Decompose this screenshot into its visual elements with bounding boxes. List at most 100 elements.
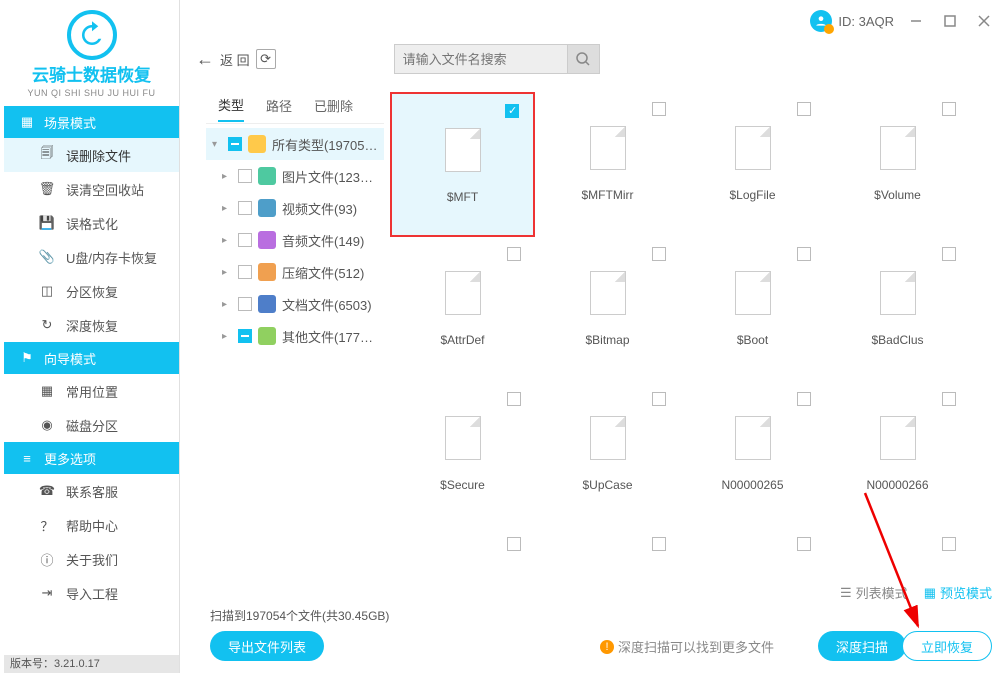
list-icon: ☰ <box>840 585 852 601</box>
tree-row[interactable]: ▸视频文件(93) <box>206 192 384 224</box>
sidebar: 云骑士数据恢复 YUN QI SHI SHU JU HUI FU ▦ 场景模式 … <box>4 0 180 673</box>
file-type-tree: 类型 路径 已删除 ▾ 所有类型(19705… ▸图片文件(123…▸视频文件(93… <box>206 94 384 352</box>
file-card[interactable]: $Boot <box>680 237 825 382</box>
tree-row[interactable]: ▾ 所有类型(19705… <box>206 128 384 160</box>
file-card[interactable]: $Volume <box>825 92 970 237</box>
tree-row[interactable]: ▸文档文件(6503) <box>206 288 384 320</box>
file-checkbox[interactable] <box>942 247 956 261</box>
logo-title: 云骑士数据恢复 <box>4 66 179 86</box>
file-checkbox[interactable] <box>942 537 956 551</box>
nav-common-loc[interactable]: ▦常用位置 <box>4 374 179 408</box>
tab-deleted[interactable]: 已删除 <box>314 96 353 121</box>
arrow-left-icon: ← <box>196 49 214 70</box>
tree-label: 文档文件(6503) <box>282 295 372 314</box>
file-card[interactable]: $Secure <box>390 382 535 527</box>
nav-format[interactable]: 💾误格式化 <box>4 206 179 240</box>
list-mode-button[interactable]: ☰列表模式 <box>840 583 908 602</box>
nav-about[interactable]: ⓘ关于我们 <box>4 542 179 576</box>
file-name-label: $Volume <box>874 188 921 202</box>
file-thumb-icon <box>880 126 916 170</box>
export-list-button[interactable]: 导出文件列表 <box>210 631 324 661</box>
nav-recycle-bin[interactable]: 🗑误清空回收站 <box>4 172 179 206</box>
back-button[interactable]: ← 返 回 ⟳ <box>196 49 276 70</box>
chevron-right-icon: ▾ <box>212 139 222 150</box>
file-checkbox[interactable] <box>797 247 811 261</box>
search-button[interactable] <box>568 44 600 74</box>
nav-partition[interactable]: ◫分区恢复 <box>4 274 179 308</box>
file-checkbox[interactable] <box>652 247 666 261</box>
file-card[interactable]: $AttrDef <box>390 237 535 382</box>
file-card[interactable] <box>390 527 535 573</box>
file-card[interactable] <box>680 527 825 573</box>
file-card[interactable]: $UpCase <box>535 382 680 527</box>
tree-checkbox[interactable] <box>238 169 252 183</box>
chevron-right-icon: ▸ <box>222 267 232 278</box>
file-name-label: $LogFile <box>729 188 775 202</box>
tab-type[interactable]: 类型 <box>218 95 244 122</box>
tree-label: 所有类型(19705… <box>272 135 377 154</box>
tree-checkbox[interactable] <box>238 329 252 343</box>
file-card[interactable]: $MFT <box>390 92 535 237</box>
tree-checkbox[interactable] <box>228 137 242 151</box>
file-card[interactable] <box>825 527 970 573</box>
nav-disk-partition[interactable]: ◉磁盘分区 <box>4 408 179 442</box>
file-recover-icon: 🗐 <box>38 146 56 164</box>
recover-now-button[interactable]: 立即恢复 <box>902 631 992 661</box>
file-checkbox[interactable] <box>652 102 666 116</box>
preview-mode-button[interactable]: ▦预览模式 <box>924 583 992 602</box>
tree-checkbox[interactable] <box>238 297 252 311</box>
nav-help[interactable]: ？帮助中心 <box>4 508 179 542</box>
file-checkbox[interactable] <box>942 392 956 406</box>
tab-path[interactable]: 路径 <box>266 96 292 121</box>
minimize-button[interactable] <box>904 9 928 33</box>
file-checkbox[interactable] <box>507 247 521 261</box>
user-id-badge[interactable]: ID: 3AQR <box>810 10 894 32</box>
file-checkbox[interactable] <box>652 392 666 406</box>
toolbar: ← 返 回 ⟳ <box>196 44 996 74</box>
tree-row[interactable]: ▸其他文件(177… <box>206 320 384 352</box>
file-card[interactable]: $LogFile <box>680 92 825 237</box>
sd-card-icon: 📎 <box>38 248 56 266</box>
file-checkbox[interactable] <box>505 104 519 118</box>
tree-label: 压缩文件(512) <box>282 263 364 282</box>
file-checkbox[interactable] <box>507 392 521 406</box>
file-card[interactable]: N00000265 <box>680 382 825 527</box>
tree-row[interactable]: ▸音频文件(149) <box>206 224 384 256</box>
hdd-icon: ◉ <box>38 416 56 434</box>
close-button[interactable] <box>972 9 996 33</box>
file-checkbox[interactable] <box>942 102 956 116</box>
partition-icon: ◫ <box>38 282 56 300</box>
tree-checkbox[interactable] <box>238 201 252 215</box>
file-checkbox[interactable] <box>507 537 521 551</box>
file-card[interactable]: $MFTMirr <box>535 92 680 237</box>
file-card[interactable]: N00000266 <box>825 382 970 527</box>
nav-import[interactable]: ⇥导入工程 <box>4 576 179 610</box>
file-name-label: N00000266 <box>866 478 928 492</box>
phone-icon: ☎ <box>38 482 56 500</box>
file-checkbox[interactable] <box>652 537 666 551</box>
import-icon: ⇥ <box>38 584 56 602</box>
file-card[interactable]: $Bitmap <box>535 237 680 382</box>
maximize-button[interactable] <box>938 9 962 33</box>
file-checkbox[interactable] <box>797 102 811 116</box>
search-input[interactable] <box>394 44 568 74</box>
nav-usb-sd[interactable]: 📎U盘/内存卡恢复 <box>4 240 179 274</box>
chevron-right-icon: ▸ <box>222 171 232 182</box>
user-icon <box>810 10 832 32</box>
tree-checkbox[interactable] <box>238 265 252 279</box>
nav-deleted-files[interactable]: 🗐误删除文件 <box>4 138 179 172</box>
file-checkbox[interactable] <box>797 392 811 406</box>
nav-contact[interactable]: ☎联系客服 <box>4 474 179 508</box>
file-name-label: $MFTMirr <box>582 188 634 202</box>
tree-checkbox[interactable] <box>238 233 252 247</box>
file-card[interactable]: $BadClus <box>825 237 970 382</box>
nav-deep-recover[interactable]: ↻深度恢复 <box>4 308 179 342</box>
file-name-label: $Boot <box>737 333 768 347</box>
deep-scan-button[interactable]: 深度扫描 <box>818 631 906 661</box>
tree-row[interactable]: ▸图片文件(123… <box>206 160 384 192</box>
tree-row[interactable]: ▸ 压缩文件(512) <box>206 256 384 288</box>
file-card[interactable] <box>535 527 680 573</box>
flag-icon: ⚑ <box>18 350 36 366</box>
file-thumb-icon <box>735 416 771 460</box>
file-checkbox[interactable] <box>797 537 811 551</box>
